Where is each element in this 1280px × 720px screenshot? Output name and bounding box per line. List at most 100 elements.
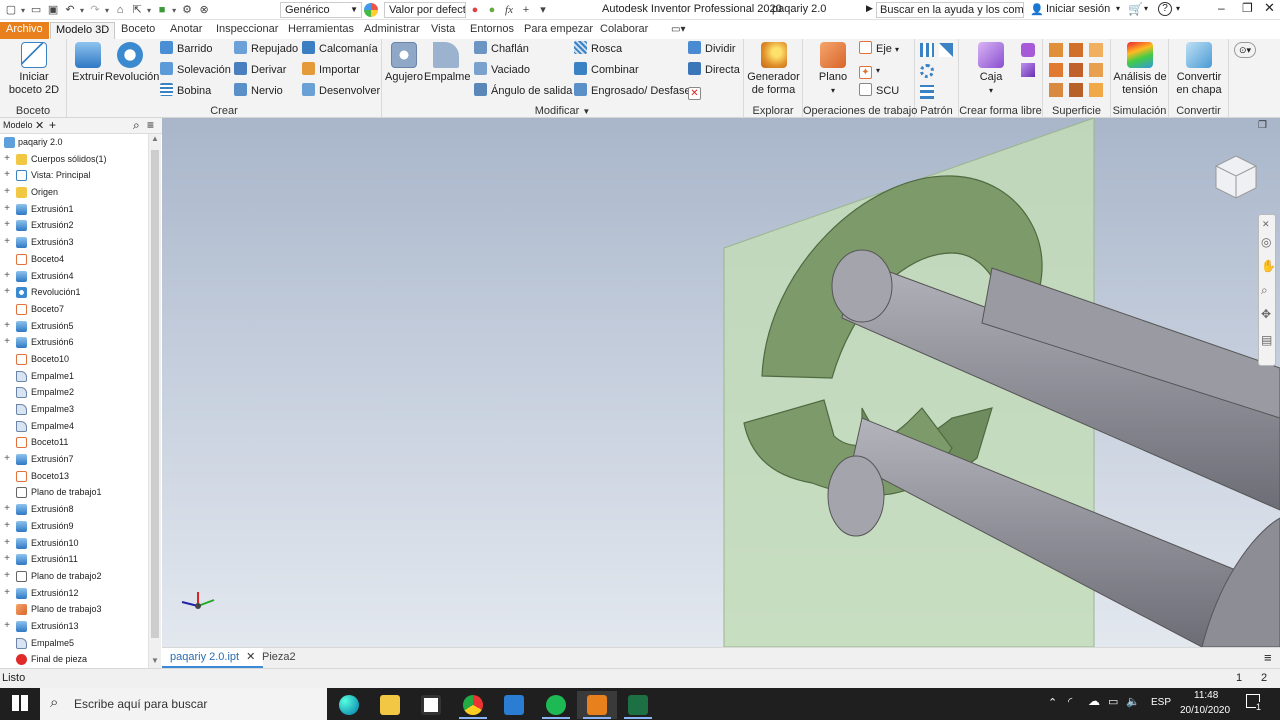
material-icon[interactable]: ⊗	[197, 3, 211, 17]
plane-button[interactable]: Plano ▾	[813, 42, 853, 97]
scroll-down-icon[interactable]: ▼	[151, 656, 159, 665]
shape-generator-button[interactable]: Generador de forma	[746, 42, 801, 97]
start-sketch-button[interactable]: Iniciar boceto 2D	[6, 42, 62, 97]
restore-icon[interactable]: ❐	[1242, 1, 1253, 15]
expand-icon[interactable]: +	[3, 568, 11, 585]
tree-item[interactable]: + Plano de trabajo2	[0, 568, 148, 585]
windows-start-icon[interactable]	[12, 695, 28, 711]
edge-taskbar-icon[interactable]	[329, 691, 369, 719]
clock-date[interactable]: 20/10/2020	[1180, 705, 1230, 716]
store-taskbar-icon[interactable]	[411, 691, 451, 719]
redo-dropdown[interactable]: ▾	[105, 6, 109, 15]
browser-search-icon[interactable]: ⌕	[133, 118, 140, 133]
spotify-taskbar-icon[interactable]	[536, 691, 576, 719]
battery-icon[interactable]: ▭	[1108, 695, 1118, 708]
save-icon[interactable]: ▣	[46, 3, 60, 17]
expand-icon[interactable]: +	[3, 518, 11, 535]
new-dropdown[interactable]: ▾	[21, 6, 25, 15]
tree-item[interactable]: Empalme4	[0, 418, 148, 435]
chrome-taskbar-icon[interactable]	[453, 691, 493, 719]
cart-icon[interactable]: 🛒	[1128, 2, 1143, 16]
sweep-button[interactable]: Barrido	[160, 41, 212, 58]
adjust-icon[interactable]: ●	[485, 3, 499, 17]
scroll-up-icon[interactable]: ▲	[151, 134, 159, 143]
tree-item[interactable]: + Revolución1	[0, 284, 148, 301]
update-icon[interactable]: ■	[155, 3, 169, 17]
doc-tab-pieza2[interactable]: Pieza2	[254, 648, 304, 668]
tree-root[interactable]: paqariy 2.0	[0, 134, 148, 151]
tree-item[interactable]: + Extrusión9	[0, 518, 148, 535]
scroll-thumb[interactable]	[151, 150, 159, 638]
add-tab-icon[interactable]: +	[49, 118, 56, 132]
fx-icon[interactable]: fx	[502, 3, 516, 17]
tree-item[interactable]: + Origen	[0, 184, 148, 201]
open-icon[interactable]: ▭	[29, 3, 43, 17]
help-icon[interactable]: ?	[1158, 2, 1172, 16]
freeform-convert-icon[interactable]	[1021, 63, 1035, 77]
trim-icon[interactable]	[1049, 63, 1063, 77]
circular-pattern-icon[interactable]	[920, 64, 934, 78]
tree-item[interactable]: Boceto7	[0, 301, 148, 318]
tab-entornos[interactable]: Entornos	[465, 22, 519, 39]
home-icon[interactable]: ⌂	[113, 3, 127, 17]
tree-item[interactable]: + Vista: Principal	[0, 167, 148, 184]
thread-button[interactable]: Rosca	[574, 41, 622, 58]
tree-item[interactable]: Final de pieza	[0, 651, 148, 668]
ribbon-expand-icon[interactable]: ⊙▾	[1234, 42, 1256, 58]
revolve-button[interactable]: Revolución	[105, 42, 159, 84]
convert-sheet-metal-button[interactable]: Convertir en chapa	[1171, 42, 1227, 97]
tree-item[interactable]: Boceto13	[0, 468, 148, 485]
clock-time[interactable]: 11:48	[1194, 690, 1218, 701]
expand-icon[interactable]: +	[3, 535, 11, 552]
stitch-icon[interactable]	[1049, 43, 1063, 57]
upper-rod-end[interactable]	[831, 249, 893, 323]
tab-vista[interactable]: Vista	[426, 22, 460, 39]
expand-icon[interactable]: +	[3, 551, 11, 568]
expand-icon[interactable]: +	[3, 234, 11, 251]
lower-rod-end[interactable]	[827, 455, 885, 537]
tree-item[interactable]: Empalme2	[0, 384, 148, 401]
zoom-icon[interactable]: ⌕	[1261, 283, 1268, 298]
tree-item[interactable]: + Extrusión3	[0, 234, 148, 251]
tree-item[interactable]: Plano de trabajo1	[0, 484, 148, 501]
close-tab-icon[interactable]: ✕	[35, 119, 44, 132]
close-window-icon[interactable]: ✕	[1264, 0, 1275, 16]
rect-pattern-icon[interactable]	[920, 43, 934, 57]
tab-archivo[interactable]: Archivo	[0, 22, 49, 39]
replace-icon[interactable]	[1049, 83, 1063, 97]
combine-button[interactable]: Combinar	[574, 62, 639, 79]
sketch-pattern-icon[interactable]	[920, 85, 934, 99]
explorer-taskbar-icon[interactable]	[370, 691, 410, 719]
help-search-input[interactable]: Buscar en la ayuda y los comandos	[876, 2, 1024, 18]
derive-button[interactable]: Derivar	[234, 62, 286, 79]
signin-dropdown-icon[interactable]: ▾	[1116, 4, 1120, 13]
customize-icon[interactable]: ▾	[536, 3, 550, 17]
patch-icon[interactable]	[1089, 43, 1103, 57]
volume-icon[interactable]: 🔈	[1126, 695, 1140, 708]
delete-face-button[interactable]: ✕	[688, 83, 705, 100]
expand-icon[interactable]: +	[3, 451, 11, 468]
view-cube[interactable]	[1212, 152, 1260, 200]
decal-button[interactable]: Calcomanía	[302, 41, 378, 58]
undo-dropdown[interactable]: ▾	[80, 6, 84, 15]
language-indicator[interactable]: ESP	[1151, 697, 1171, 708]
select-dropdown[interactable]: ▾	[147, 6, 151, 15]
expand-icon[interactable]: +	[3, 151, 11, 168]
color-clear-icon[interactable]: ●	[468, 3, 482, 17]
extrude-button[interactable]: Extruir	[71, 42, 105, 84]
stress-analysis-button[interactable]: Análisis de tensión	[1113, 42, 1167, 97]
expand-icon[interactable]: +	[3, 318, 11, 335]
expand-icon[interactable]: +	[3, 501, 11, 518]
tree-item[interactable]: + Extrusión4	[0, 268, 148, 285]
pan-icon[interactable]: ✋	[1261, 259, 1276, 273]
browser-menu-icon[interactable]: ≡	[147, 118, 154, 132]
orbit-icon[interactable]: ✥	[1261, 307, 1271, 321]
tree-item[interactable]: + Extrusión8	[0, 501, 148, 518]
look-at-icon[interactable]: ▤	[1261, 333, 1272, 347]
select-icon[interactable]: ⇱	[130, 3, 144, 17]
tab-anotar[interactable]: Anotar	[165, 22, 207, 39]
hole-button[interactable]: Agujero	[384, 42, 424, 84]
nav-close-icon[interactable]: ✕	[1262, 219, 1270, 230]
mirror-icon[interactable]	[939, 43, 953, 57]
doc-tab-active[interactable]: paqariy 2.0.ipt ✕	[162, 648, 264, 668]
